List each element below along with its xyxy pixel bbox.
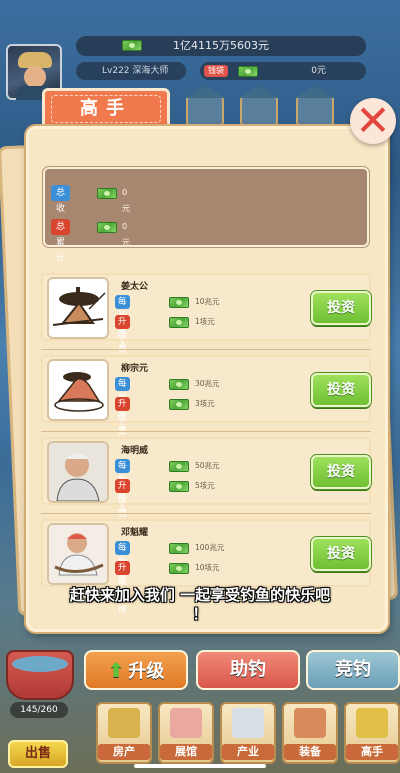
divider bbox=[41, 513, 371, 514]
master-card: 邓魁耀 每秒收入 100兆元 升级费用 10垓元 投资 bbox=[41, 519, 371, 615]
panel-title-tab: 高手 bbox=[42, 88, 170, 130]
income-value: 0元 bbox=[122, 188, 130, 213]
invest-button[interactable]: 投资 bbox=[311, 373, 371, 407]
upgrade-label: 升级 bbox=[128, 661, 165, 682]
cash-icon bbox=[238, 66, 258, 77]
cash-icon bbox=[97, 188, 117, 199]
cost-tag: 升级费用 bbox=[115, 397, 130, 451]
building-icon bbox=[238, 86, 280, 126]
stats-box: 总收入 0元 总累计 0元 bbox=[43, 167, 369, 264]
cash-icon bbox=[169, 563, 189, 574]
gallery-icon bbox=[170, 708, 202, 738]
master-portrait bbox=[47, 441, 109, 503]
invest-button[interactable]: 投资 bbox=[311, 537, 371, 571]
ship-icon bbox=[232, 708, 264, 738]
cost-value: 10垓元 bbox=[195, 563, 220, 572]
total-money-bar: 1亿4115万5603元 bbox=[76, 36, 366, 56]
nav-property[interactable]: 房产 bbox=[96, 702, 152, 764]
player-title: Lv222 深海大师 bbox=[76, 62, 186, 80]
video-subtitle: 赶快来加入我们 一起享受钓鱼的快乐吧 ！ bbox=[20, 586, 380, 624]
master-name: 柳宗元 bbox=[121, 364, 149, 374]
master-portrait bbox=[47, 277, 109, 339]
money-bag-tag: 钱袋 bbox=[204, 65, 228, 77]
cash-icon bbox=[169, 481, 189, 492]
nav-label: 高手 bbox=[346, 744, 398, 760]
master-name: 海明威 bbox=[121, 446, 149, 456]
nav-label: 产业 bbox=[222, 744, 274, 760]
cost-value: 5垓元 bbox=[195, 481, 215, 490]
nav-equipment[interactable]: 装备 bbox=[282, 702, 338, 764]
accumulated-value: 0元 bbox=[122, 222, 130, 247]
cost-tag: 升级费用 bbox=[115, 315, 130, 369]
cash-icon bbox=[169, 317, 189, 328]
income-value: 10兆元 bbox=[195, 297, 220, 306]
nav-label: 展馆 bbox=[160, 744, 212, 760]
cost-value: 1垓元 bbox=[195, 317, 215, 326]
cash-icon bbox=[169, 399, 189, 410]
money-bag-bar: 钱袋 0元 bbox=[200, 62, 366, 80]
subtitle-line-2: ！ bbox=[192, 605, 208, 623]
invest-button[interactable]: 投资 bbox=[311, 455, 371, 489]
upgrade-button[interactable]: ⬆ 升级 bbox=[84, 650, 188, 690]
masters-panel: 总收入 0元 总累计 0元 姜太公 每秒收入 10兆元 升级 bbox=[26, 126, 388, 632]
income-value: 30兆元 bbox=[195, 379, 220, 388]
assist-fishing-button[interactable]: 助钓 bbox=[196, 650, 300, 690]
fish-bucket[interactable] bbox=[6, 650, 74, 700]
divider bbox=[41, 349, 371, 350]
close-icon: ✕ bbox=[355, 96, 391, 145]
bottom-nav: 房产 展馆 产业 装备 高手 bbox=[96, 700, 400, 766]
master-portrait bbox=[47, 523, 109, 585]
master-name: 邓魁耀 bbox=[121, 528, 149, 538]
house-icon bbox=[108, 708, 140, 738]
close-button[interactable]: ✕ bbox=[350, 98, 396, 144]
money-bag-value: 0元 bbox=[311, 66, 326, 76]
nav-industry[interactable]: 产业 bbox=[220, 702, 276, 764]
master-card: 姜太公 每秒收入 10兆元 升级费用 1垓元 投资 bbox=[41, 273, 371, 369]
vest-icon bbox=[294, 708, 326, 738]
subtitle-line-1: 赶快来加入我们 一起享受钓鱼的快乐吧 bbox=[69, 586, 331, 604]
sell-button[interactable]: 出售 bbox=[8, 740, 68, 768]
cash-icon bbox=[169, 543, 189, 554]
cash-icon bbox=[97, 222, 117, 233]
master-card: 柳宗元 每秒收入 30兆元 升级费用 3垓元 投资 bbox=[41, 355, 371, 451]
home-indicator[interactable] bbox=[134, 764, 266, 768]
cash-icon bbox=[169, 379, 189, 390]
nav-label: 房产 bbox=[98, 744, 150, 760]
compete-fishing-button[interactable]: 竞钓 bbox=[306, 650, 400, 690]
income-value: 100兆元 bbox=[195, 543, 225, 552]
income-tag: 每秒收入 bbox=[115, 295, 130, 349]
bucket-capacity: 145/260 bbox=[10, 702, 68, 718]
income-value: 50兆元 bbox=[195, 461, 220, 470]
total-money: 1亿4115万5603元 bbox=[173, 39, 269, 52]
master-card: 海明威 每秒收入 50兆元 升级费用 5垓元 投资 bbox=[41, 437, 371, 533]
nav-gallery[interactable]: 展馆 bbox=[158, 702, 214, 764]
cost-value: 3垓元 bbox=[195, 399, 215, 408]
cash-icon bbox=[169, 461, 189, 472]
accumulated-label: 总累计 bbox=[51, 219, 71, 264]
master-portrait bbox=[47, 359, 109, 421]
divider bbox=[41, 431, 371, 432]
income-tag: 每秒收入 bbox=[115, 377, 130, 431]
compete-label: 竞钓 bbox=[335, 659, 371, 680]
building-icon bbox=[294, 86, 336, 126]
master-name: 姜太公 bbox=[121, 282, 149, 292]
income-tag: 每秒收入 bbox=[115, 459, 130, 513]
building-icon bbox=[184, 86, 226, 126]
cost-tag: 升级费用 bbox=[115, 479, 130, 533]
income-label: 总收入 bbox=[51, 185, 71, 230]
nav-label: 装备 bbox=[284, 744, 336, 760]
cash-icon bbox=[122, 40, 142, 51]
cash-icon bbox=[169, 297, 189, 308]
invest-button[interactable]: 投资 bbox=[311, 291, 371, 325]
income-tag: 每秒收入 bbox=[115, 541, 130, 595]
nav-masters[interactable]: 高手 bbox=[344, 702, 400, 764]
trophy-icon bbox=[356, 708, 388, 738]
cost-tag: 升级费用 bbox=[115, 561, 130, 615]
assist-label: 助钓 bbox=[230, 659, 266, 680]
up-arrow-icon: ⬆ bbox=[107, 658, 125, 682]
